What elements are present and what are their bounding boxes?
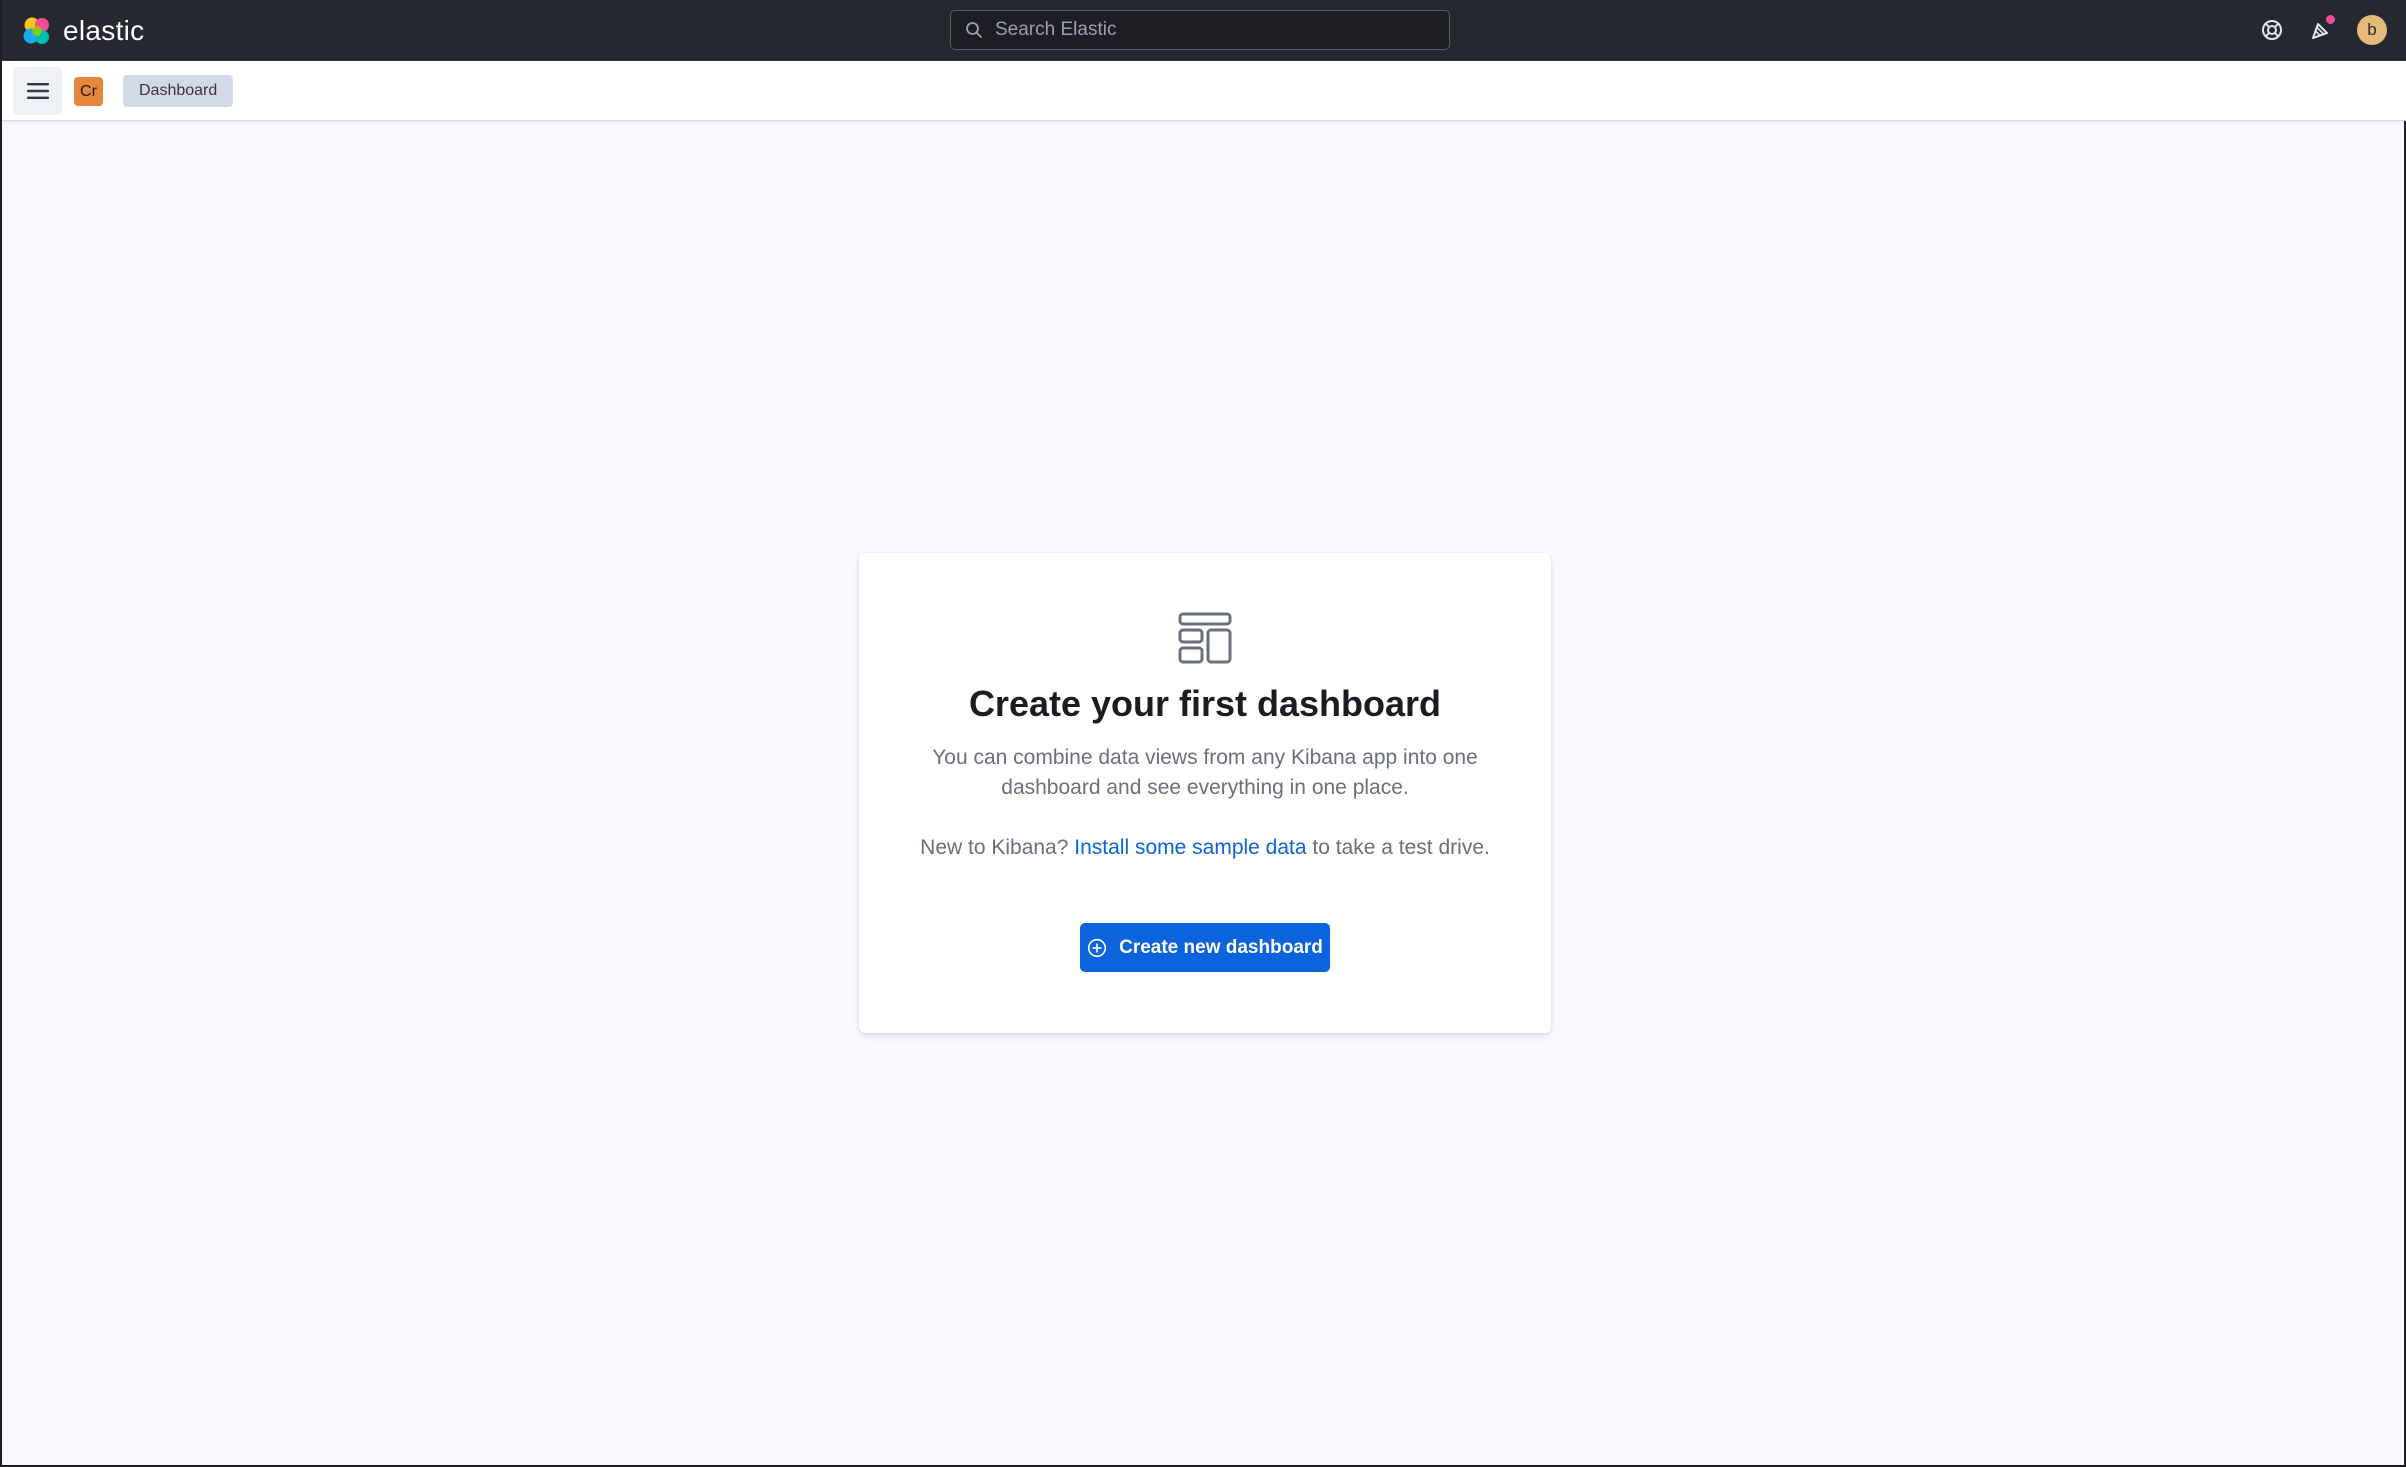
- top-header: elastic Search Elastic b: [2, 0, 2406, 61]
- plus-circle-icon: [1088, 938, 1107, 957]
- search-icon: [966, 22, 982, 38]
- create-new-dashboard-button[interactable]: Create new dashboard: [1080, 923, 1330, 972]
- empty-state-title: Create your first dashboard: [968, 683, 1442, 724]
- space-selector[interactable]: Cr: [74, 77, 103, 106]
- secondary-header: Cr Dashboard: [2, 61, 2406, 121]
- dashboard-app-icon: [1178, 612, 1232, 664]
- hamburger-menu-icon: [26, 83, 49, 99]
- elastic-logo-icon: [23, 17, 49, 44]
- install-sample-data-link[interactable]: Install some sample data: [1074, 836, 1306, 859]
- global-search[interactable]: [950, 10, 1450, 50]
- elastic-logo[interactable]: elastic: [21, 14, 144, 48]
- prompt-text-after: to take a test drive.: [1312, 836, 1490, 859]
- notification-dot: [2325, 14, 2336, 25]
- sample-data-prompt: New to Kibana? Install some sample data …: [919, 833, 1491, 863]
- breadcrumb-dashboard[interactable]: Dashboard: [123, 75, 234, 107]
- empty-state-card: Create your first dashboard You can comb…: [859, 553, 1551, 1033]
- prompt-text-before: New to Kibana?: [920, 836, 1069, 859]
- app-frame: elastic Search Elastic b Cr Dashboard Cr…: [0, 0, 2406, 1467]
- help-icon[interactable]: [2256, 14, 2288, 46]
- search-input[interactable]: [995, 19, 1435, 41]
- create-new-dashboard-label: Create new dashboard: [1119, 936, 1323, 958]
- empty-state-description: You can combine data views from any Kiba…: [932, 746, 1478, 799]
- nav-menu-button[interactable]: [13, 67, 62, 115]
- brand-name: elastic: [63, 15, 145, 46]
- newsfeed-icon[interactable]: [2305, 14, 2337, 46]
- user-avatar[interactable]: b: [2357, 15, 2387, 45]
